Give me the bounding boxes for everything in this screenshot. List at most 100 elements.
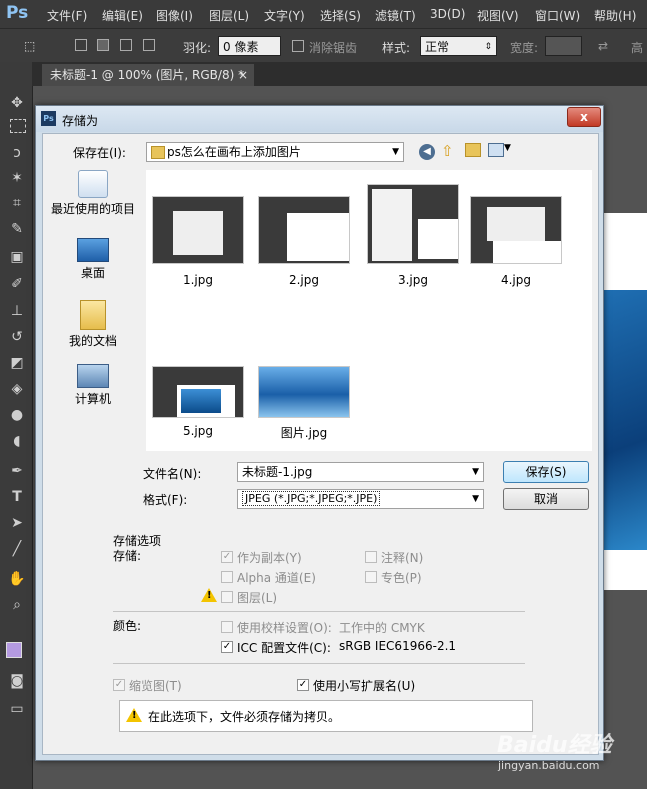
pen-tool-icon[interactable]: ✒: [8, 462, 26, 480]
dialog-client: 保存在(I): ps怎么在画布上添加图片 ▼ ◀ ⇧ ▼ 最近使用的项目 桌面 …: [42, 133, 599, 755]
menu-3d[interactable]: 3D(D): [430, 7, 465, 21]
file-thumb-6[interactable]: [258, 366, 350, 418]
thumbnail-checkbox[interactable]: ✓: [113, 679, 125, 691]
file-name-4[interactable]: 4.jpg: [470, 273, 562, 287]
file-thumb-3[interactable]: [367, 184, 459, 264]
place-computer[interactable]: 计算机: [49, 364, 137, 407]
proof-label: 使用校样设置(O):: [237, 621, 332, 635]
cancel-button[interactable]: 取消: [503, 488, 589, 510]
file-name-3[interactable]: 3.jpg: [367, 273, 459, 287]
place-recent[interactable]: 最近使用的项目: [49, 170, 137, 217]
close-tab-icon[interactable]: ×: [238, 64, 248, 86]
as-copy-checkbox[interactable]: ✓: [221, 551, 233, 563]
menu-type[interactable]: 文字(Y): [264, 7, 305, 24]
filename-value: 未标题-1.jpg: [242, 465, 313, 479]
menu-image[interactable]: 图像(I): [156, 7, 193, 24]
menu-view[interactable]: 视图(V): [477, 7, 519, 24]
lasso-tool-icon[interactable]: ↄ: [8, 144, 26, 162]
brush-tool-icon[interactable]: ✐: [8, 275, 26, 293]
proof-value: 工作中的 CMYK: [339, 621, 425, 635]
view-menu-chevron-icon[interactable]: ▼: [504, 143, 511, 153]
up-folder-icon[interactable]: ⇧: [441, 142, 454, 160]
format-select[interactable]: JPEG (*.JPG;*.JPEG;*.JPE) ▼: [237, 489, 484, 509]
menu-window[interactable]: 窗口(W): [535, 7, 580, 24]
document-tab[interactable]: 未标题-1 @ 100% (图片, RGB/8) * ×: [42, 64, 254, 86]
layers-checkbox[interactable]: [221, 591, 233, 603]
annotations-checkbox[interactable]: [365, 551, 377, 563]
save-in-combo[interactable]: ps怎么在画布上添加图片 ▼: [146, 142, 404, 162]
subtract-selection-icon[interactable]: [120, 39, 132, 51]
healing-brush-icon[interactable]: ▣: [8, 248, 26, 266]
spot-label: 专色(P): [381, 571, 422, 585]
desktop-icon: [77, 238, 109, 262]
new-folder-icon[interactable]: [465, 143, 481, 157]
zoom-tool-icon[interactable]: ⌕: [8, 596, 26, 614]
filename-input[interactable]: 未标题-1.jpg ▼: [237, 462, 484, 482]
history-brush-icon[interactable]: ↺: [8, 328, 26, 346]
info-box: ! 在此选项下，文件必须存储为拷贝。: [119, 700, 533, 732]
file-name-1[interactable]: 1.jpg: [152, 273, 244, 287]
thumbnail-label: 缩览图(T): [129, 679, 182, 693]
menu-select[interactable]: 选择(S): [320, 7, 361, 24]
alpha-checkbox[interactable]: [221, 571, 233, 583]
save-button[interactable]: 保存(S): [503, 461, 589, 483]
antialias-checkbox[interactable]: [292, 40, 304, 52]
file-thumb-2[interactable]: [258, 196, 350, 264]
place-documents[interactable]: 我的文档: [49, 300, 137, 349]
width-input[interactable]: [545, 36, 582, 56]
blur-tool-icon[interactable]: ●: [8, 406, 26, 424]
file-name-2[interactable]: 2.jpg: [258, 273, 350, 287]
type-tool-icon[interactable]: T: [8, 488, 26, 506]
hand-tool-icon[interactable]: ✋: [8, 570, 26, 588]
lowercase-ext-checkbox[interactable]: ✓: [297, 679, 309, 691]
file-list[interactable]: 1.jpg 2.jpg 3.jpg 4.jpg 5.jpg 图片.jpg: [146, 170, 592, 451]
marquee-tool-icon[interactable]: ⬚: [24, 39, 35, 53]
path-selection-icon[interactable]: ➤: [8, 514, 26, 532]
warning-icon: !: [201, 588, 217, 602]
menu-filter[interactable]: 滤镜(T): [375, 7, 416, 24]
menu-edit[interactable]: 编辑(E): [102, 7, 143, 24]
file-name-5[interactable]: 5.jpg: [152, 424, 244, 438]
eyedropper-icon[interactable]: ✎: [8, 220, 26, 238]
new-selection-icon[interactable]: [75, 39, 87, 51]
file-thumb-4[interactable]: [470, 196, 562, 264]
magic-wand-icon[interactable]: ✶: [8, 169, 26, 187]
spot-checkbox[interactable]: [365, 571, 377, 583]
save-label: 存储:: [113, 549, 142, 563]
menu-layer[interactable]: 图层(L): [209, 7, 249, 24]
close-button[interactable]: x: [567, 107, 601, 127]
chevron-down-icon: ▼: [472, 467, 479, 477]
place-desktop[interactable]: 桌面: [49, 238, 137, 281]
dialog-titlebar: Ps 存储为 x: [36, 106, 603, 132]
move-tool-icon[interactable]: ✥: [8, 94, 26, 112]
lowercase-ext-label: 使用小写扩展名(U): [313, 679, 416, 693]
line-tool-icon[interactable]: ╱: [8, 540, 26, 558]
crop-tool-icon[interactable]: ⌗: [8, 194, 26, 212]
proof-checkbox[interactable]: [221, 621, 233, 633]
foreground-color-swatch[interactable]: [6, 642, 22, 658]
feather-input[interactable]: 0 像素: [218, 36, 281, 56]
intersect-selection-icon[interactable]: [143, 39, 155, 51]
marquee-tool-icon[interactable]: [10, 119, 26, 133]
dodge-tool-icon[interactable]: ◖: [8, 432, 26, 450]
photoshop-logo: Ps: [6, 3, 29, 23]
save-in-label: 保存在(I):: [73, 146, 126, 160]
file-name-6[interactable]: 图片.jpg: [258, 424, 350, 441]
icc-checkbox[interactable]: ✓: [221, 641, 233, 653]
divider: [113, 663, 525, 664]
style-select[interactable]: 正常 ⇕: [420, 36, 497, 56]
swap-icon[interactable]: ⇄: [598, 39, 608, 53]
screen-mode-icon[interactable]: ▭: [8, 700, 26, 718]
quick-mask-icon[interactable]: ◙: [8, 672, 26, 690]
my-documents-icon: [80, 300, 106, 330]
file-thumb-5[interactable]: [152, 366, 244, 418]
menu-help[interactable]: 帮助(H): [594, 7, 636, 24]
add-selection-icon[interactable]: [97, 39, 109, 51]
eraser-icon[interactable]: ◩: [8, 354, 26, 372]
paint-bucket-icon[interactable]: ◈: [8, 380, 26, 398]
back-icon[interactable]: ◀: [419, 144, 435, 160]
clone-stamp-icon[interactable]: ⊥: [8, 302, 26, 320]
menu-file[interactable]: 文件(F): [47, 7, 87, 24]
view-menu-icon[interactable]: [488, 143, 504, 157]
file-thumb-1[interactable]: [152, 196, 244, 264]
